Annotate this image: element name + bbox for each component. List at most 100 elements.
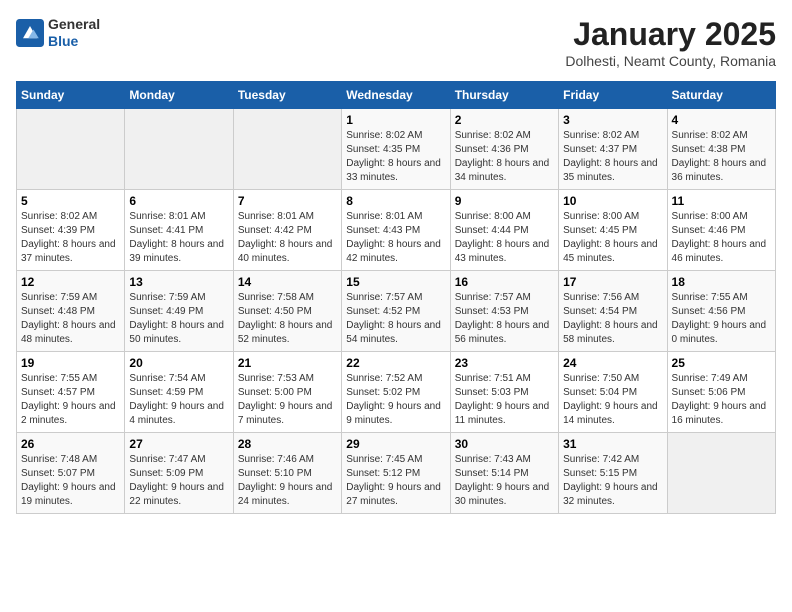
calendar-cell: 26Sunrise: 7:48 AM Sunset: 5:07 PM Dayli… (17, 433, 125, 514)
day-number: 31 (563, 437, 662, 451)
day-info: Sunrise: 7:49 AM Sunset: 5:06 PM Dayligh… (672, 372, 771, 428)
calendar-cell: 24Sunrise: 7:50 AM Sunset: 5:04 PM Dayli… (559, 352, 667, 433)
calendar-cell: 10 Sunrise: 8:00 AM Sunset: 4:45 PM Dayli… (559, 190, 667, 271)
calendar-cell: 28 Sunrise: 7:46 AM Sunset: 5:10 PM Dayli… (233, 433, 341, 514)
day-info: Sunrise: 8:00 AM Sunset: 4:46 PM Dayligh… (672, 210, 771, 266)
day-number: 18 (672, 275, 771, 289)
header-cell-sunday: Sunday (17, 82, 125, 109)
calendar-cell: 22Sunrise: 7:52 AM Sunset: 5:02 PM Dayli… (342, 352, 450, 433)
day-number: 25 (672, 356, 771, 370)
calendar-cell: 20 Sunrise: 7:54 AM Sunset: 4:59 PM Dayli… (125, 352, 233, 433)
day-number: 14 (238, 275, 337, 289)
calendar-cell (17, 109, 125, 190)
calendar-cell: 23 Sunrise: 7:51 AM Sunset: 5:03 PM Dayli… (450, 352, 558, 433)
day-info: Sunrise: 7:56 AM Sunset: 4:54 PM Dayligh… (563, 291, 662, 347)
calendar-week-2: 5 Sunrise: 8:02 AM Sunset: 4:39 PM Daylig… (17, 190, 776, 271)
calendar-cell: 29 Sunrise: 7:45 AM Sunset: 5:12 PM Dayli… (342, 433, 450, 514)
calendar-cell (233, 109, 341, 190)
header-cell-friday: Friday (559, 82, 667, 109)
day-number: 8 (346, 194, 445, 208)
day-info: Sunrise: 7:58 AM Sunset: 4:50 PM Dayligh… (238, 291, 337, 347)
calendar-cell: 21 Sunrise: 7:53 AM Sunset: 5:00 PM Dayli… (233, 352, 341, 433)
day-info: Sunrise: 7:53 AM Sunset: 5:00 PM Dayligh… (238, 372, 337, 428)
logo-icon (16, 19, 44, 47)
calendar-cell: 14 Sunrise: 7:58 AM Sunset: 4:50 PM Dayli… (233, 271, 341, 352)
calendar-cell: 4 Sunrise: 8:02 AM Sunset: 4:38 PM Daylig… (667, 109, 775, 190)
calendar-cell: 31 Sunrise: 7:42 AM Sunset: 5:15 PM Dayli… (559, 433, 667, 514)
calendar-cell: 8 Sunrise: 8:01 AM Sunset: 4:43 PM Daylig… (342, 190, 450, 271)
page-header: General Blue January 2025 Dolhesti, Neam… (16, 16, 776, 69)
calendar-cell (125, 109, 233, 190)
day-info: Sunrise: 7:54 AM Sunset: 4:59 PM Dayligh… (129, 372, 228, 428)
calendar-cell: 25 Sunrise: 7:49 AM Sunset: 5:06 PM Dayli… (667, 352, 775, 433)
page-title: January 2025 (565, 16, 776, 53)
day-number: 28 (238, 437, 337, 451)
day-number: 3 (563, 113, 662, 127)
calendar-header: SundayMondayTuesdayWednesdayThursdayFrid… (17, 82, 776, 109)
day-number: 7 (238, 194, 337, 208)
calendar-cell: 11 Sunrise: 8:00 AM Sunset: 4:46 PM Dayli… (667, 190, 775, 271)
calendar-cell: 1Sunrise: 8:02 AM Sunset: 4:35 PM Daylig… (342, 109, 450, 190)
day-info: Sunrise: 7:55 AM Sunset: 4:57 PM Dayligh… (21, 372, 120, 428)
day-number: 21 (238, 356, 337, 370)
day-info: Sunrise: 7:52 AM Sunset: 5:02 PM Dayligh… (346, 372, 445, 428)
header-cell-wednesday: Wednesday (342, 82, 450, 109)
calendar-body: 1Sunrise: 8:02 AM Sunset: 4:35 PM Daylig… (17, 109, 776, 514)
day-number: 4 (672, 113, 771, 127)
day-number: 17 (563, 275, 662, 289)
day-info: Sunrise: 8:01 AM Sunset: 4:41 PM Dayligh… (129, 210, 228, 266)
calendar-cell: 12Sunrise: 7:59 AM Sunset: 4:48 PM Dayli… (17, 271, 125, 352)
day-info: Sunrise: 7:45 AM Sunset: 5:12 PM Dayligh… (346, 453, 445, 509)
day-info: Sunrise: 7:46 AM Sunset: 5:10 PM Dayligh… (238, 453, 337, 509)
logo-text: General Blue (48, 16, 100, 50)
header-row: SundayMondayTuesdayWednesdayThursdayFrid… (17, 82, 776, 109)
calendar-cell: 5 Sunrise: 8:02 AM Sunset: 4:39 PM Daylig… (17, 190, 125, 271)
calendar-cell: 18 Sunrise: 7:55 AM Sunset: 4:56 PM Dayli… (667, 271, 775, 352)
day-info: Sunrise: 8:02 AM Sunset: 4:35 PM Dayligh… (346, 129, 445, 185)
day-number: 30 (455, 437, 554, 451)
calendar-cell: 13Sunrise: 7:59 AM Sunset: 4:49 PM Dayli… (125, 271, 233, 352)
day-info: Sunrise: 8:01 AM Sunset: 4:42 PM Dayligh… (238, 210, 337, 266)
logo: General Blue (16, 16, 100, 50)
calendar-cell: 16Sunrise: 7:57 AM Sunset: 4:53 PM Dayli… (450, 271, 558, 352)
day-info: Sunrise: 8:00 AM Sunset: 4:45 PM Dayligh… (563, 210, 662, 266)
day-info: Sunrise: 7:43 AM Sunset: 5:14 PM Dayligh… (455, 453, 554, 509)
day-info: Sunrise: 8:02 AM Sunset: 4:36 PM Dayligh… (455, 129, 554, 185)
day-number: 10 (563, 194, 662, 208)
header-cell-thursday: Thursday (450, 82, 558, 109)
day-info: Sunrise: 8:02 AM Sunset: 4:39 PM Dayligh… (21, 210, 120, 266)
header-cell-saturday: Saturday (667, 82, 775, 109)
calendar-week-5: 26Sunrise: 7:48 AM Sunset: 5:07 PM Dayli… (17, 433, 776, 514)
day-number: 20 (129, 356, 228, 370)
day-info: Sunrise: 7:50 AM Sunset: 5:04 PM Dayligh… (563, 372, 662, 428)
day-number: 5 (21, 194, 120, 208)
calendar-table: SundayMondayTuesdayWednesdayThursdayFrid… (16, 81, 776, 514)
day-number: 13 (129, 275, 228, 289)
day-info: Sunrise: 7:55 AM Sunset: 4:56 PM Dayligh… (672, 291, 771, 347)
day-info: Sunrise: 7:48 AM Sunset: 5:07 PM Dayligh… (21, 453, 120, 509)
calendar-cell: 30 Sunrise: 7:43 AM Sunset: 5:14 PM Dayli… (450, 433, 558, 514)
calendar-cell (667, 433, 775, 514)
day-info: Sunrise: 7:42 AM Sunset: 5:15 PM Dayligh… (563, 453, 662, 509)
calendar-cell: 3 Sunrise: 8:02 AM Sunset: 4:37 PM Daylig… (559, 109, 667, 190)
header-cell-monday: Monday (125, 82, 233, 109)
day-info: Sunrise: 8:00 AM Sunset: 4:44 PM Dayligh… (455, 210, 554, 266)
day-info: Sunrise: 7:51 AM Sunset: 5:03 PM Dayligh… (455, 372, 554, 428)
calendar-cell: 7 Sunrise: 8:01 AM Sunset: 4:42 PM Daylig… (233, 190, 341, 271)
page-subtitle: Dolhesti, Neamt County, Romania (565, 53, 776, 69)
day-number: 11 (672, 194, 771, 208)
day-info: Sunrise: 7:57 AM Sunset: 4:53 PM Dayligh… (455, 291, 554, 347)
day-info: Sunrise: 8:02 AM Sunset: 4:37 PM Dayligh… (563, 129, 662, 185)
header-cell-tuesday: Tuesday (233, 82, 341, 109)
day-number: 15 (346, 275, 445, 289)
calendar-cell: 17 Sunrise: 7:56 AM Sunset: 4:54 PM Dayli… (559, 271, 667, 352)
calendar-week-1: 1Sunrise: 8:02 AM Sunset: 4:35 PM Daylig… (17, 109, 776, 190)
day-number: 23 (455, 356, 554, 370)
day-number: 12 (21, 275, 120, 289)
calendar-cell: 6Sunrise: 8:01 AM Sunset: 4:41 PM Daylig… (125, 190, 233, 271)
day-info: Sunrise: 8:01 AM Sunset: 4:43 PM Dayligh… (346, 210, 445, 266)
day-number: 29 (346, 437, 445, 451)
title-block: January 2025 Dolhesti, Neamt County, Rom… (565, 16, 776, 69)
day-info: Sunrise: 8:02 AM Sunset: 4:38 PM Dayligh… (672, 129, 771, 185)
day-number: 9 (455, 194, 554, 208)
